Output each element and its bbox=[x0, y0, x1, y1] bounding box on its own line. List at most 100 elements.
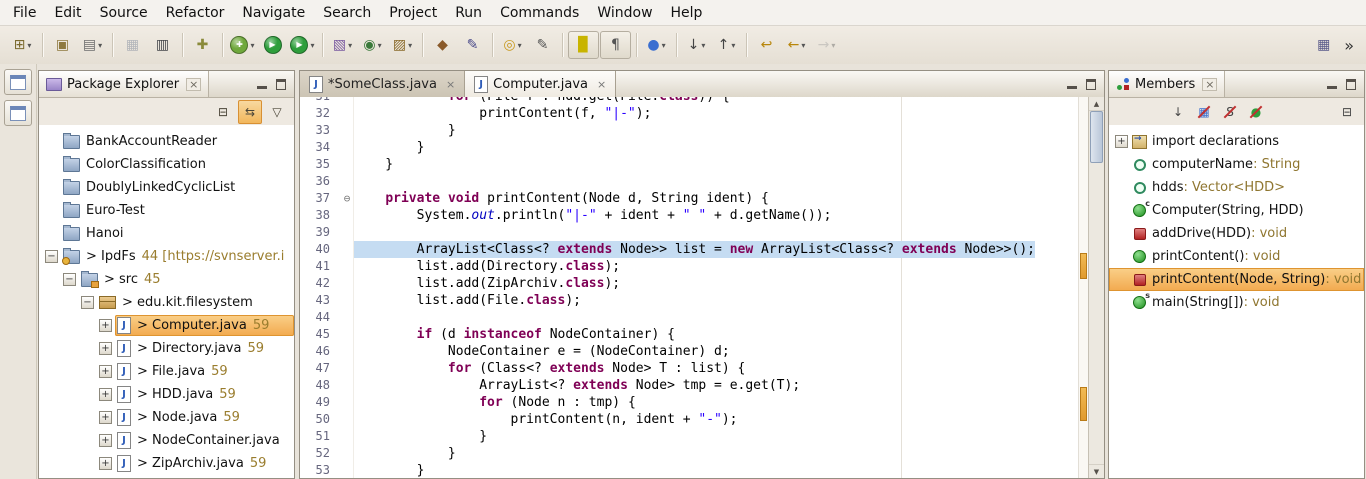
link-with-editor-toggle[interactable]: ⇆ bbox=[238, 100, 262, 124]
line-number[interactable]: 44 bbox=[300, 309, 340, 326]
occurrence-marker[interactable] bbox=[1080, 387, 1087, 421]
scroll-down-arrow-icon[interactable]: ▼ bbox=[1089, 464, 1104, 478]
line-number[interactable]: 50 bbox=[300, 411, 340, 428]
line-number[interactable]: 40 bbox=[300, 241, 340, 258]
close-view-icon[interactable]: × bbox=[186, 78, 201, 91]
tree-item[interactable]: +J> NodeContainer.java bbox=[39, 429, 294, 452]
minimize-button[interactable] bbox=[256, 79, 268, 90]
code-line[interactable]: 40 ArrayList<Class<? extends Node>> list… bbox=[300, 241, 1078, 258]
code-line[interactable]: 36 bbox=[300, 173, 1078, 190]
hide-fields-icon[interactable]: ▦ bbox=[1193, 101, 1215, 123]
export-button[interactable]: ▤▾ bbox=[78, 32, 107, 58]
line-number[interactable]: 43 bbox=[300, 292, 340, 309]
tree-item[interactable]: DoublyLinkedCyclicList bbox=[39, 176, 294, 199]
menu-edit[interactable]: Edit bbox=[45, 3, 90, 23]
editor-tab[interactable]: JComputer.java× bbox=[465, 71, 616, 97]
maximize-button[interactable] bbox=[275, 79, 287, 90]
line-number[interactable]: 46 bbox=[300, 343, 340, 360]
tab-members[interactable]: Members × bbox=[1109, 71, 1225, 97]
tree-item[interactable]: BankAccountReader bbox=[39, 130, 294, 153]
code-line[interactable]: 37⊖ private void printContent(Node d, St… bbox=[300, 190, 1078, 207]
expander-expand-icon[interactable]: + bbox=[99, 411, 112, 424]
code-area[interactable]: 31 for (File f : hdd.get(File.class)) {3… bbox=[300, 97, 1078, 478]
close-tab-icon[interactable]: × bbox=[597, 78, 606, 91]
prev-annotation-button[interactable]: ↑▾ bbox=[712, 32, 741, 58]
tree-item[interactable]: Euro-Test bbox=[39, 199, 294, 222]
scroll-up-arrow-icon[interactable]: ▲ bbox=[1089, 97, 1104, 111]
perspective-button[interactable]: ▦ bbox=[1309, 32, 1338, 58]
expander-expand-icon[interactable]: + bbox=[99, 434, 112, 447]
line-number[interactable]: 51 bbox=[300, 428, 340, 445]
menu-refactor[interactable]: Refactor bbox=[157, 3, 234, 23]
last-edit-location-button[interactable]: ↩ bbox=[752, 32, 781, 58]
fold-collapse-icon[interactable]: ⊖ bbox=[340, 190, 354, 207]
line-number[interactable]: 47 bbox=[300, 360, 340, 377]
tree-item[interactable]: +J> File.java59 bbox=[39, 360, 294, 383]
code-line[interactable]: 51 } bbox=[300, 428, 1078, 445]
code-line[interactable]: 42 list.add(ZipArchiv.class); bbox=[300, 275, 1078, 292]
sort-icon[interactable]: ↓ bbox=[1167, 101, 1189, 123]
line-number[interactable]: 31 bbox=[300, 97, 340, 105]
tab-package-explorer[interactable]: Package Explorer × bbox=[39, 71, 209, 97]
code-line[interactable]: 52 } bbox=[300, 445, 1078, 462]
member-item[interactable]: +import declarations bbox=[1109, 130, 1364, 153]
toolbar-overflow-chevron[interactable]: » bbox=[1338, 36, 1360, 55]
line-number[interactable]: 32 bbox=[300, 105, 340, 122]
line-number[interactable]: 34 bbox=[300, 139, 340, 156]
expander-expand-icon[interactable]: + bbox=[99, 388, 112, 401]
view-menu-icon[interactable]: ▽ bbox=[266, 101, 288, 123]
menu-project[interactable]: Project bbox=[380, 3, 446, 23]
tree-item[interactable]: +J> Computer.java59 bbox=[39, 314, 294, 337]
run-button[interactable]: ▶ bbox=[258, 32, 287, 58]
line-number[interactable]: 33 bbox=[300, 122, 340, 139]
code-line[interactable]: 48 ArrayList<? extends Node> tmp = e.get… bbox=[300, 377, 1078, 394]
hide-static-icon[interactable]: S bbox=[1219, 101, 1241, 123]
scrollbar-thumb[interactable] bbox=[1090, 111, 1103, 163]
member-item[interactable]: computerName : String bbox=[1109, 153, 1364, 176]
tree-item[interactable]: −> IpdFs44 [https://svnserver.i bbox=[39, 245, 294, 268]
expander-collapse-icon[interactable]: − bbox=[45, 250, 58, 263]
build-all-button[interactable]: ✚ bbox=[188, 32, 217, 58]
close-tab-icon[interactable]: × bbox=[446, 78, 455, 91]
vertical-scrollbar[interactable]: ▲ ▼ bbox=[1088, 97, 1104, 478]
occurrence-marker[interactable] bbox=[1080, 253, 1087, 279]
expander-expand-icon[interactable]: + bbox=[99, 319, 112, 332]
mark-occurrences-toggle[interactable]: ▉ bbox=[568, 31, 599, 59]
minimize-button[interactable] bbox=[1066, 79, 1078, 90]
tree-item[interactable]: +J> ZipArchiv.java59 bbox=[39, 452, 294, 475]
debug-button[interactable]: ✚▾ bbox=[228, 32, 257, 58]
code-line[interactable]: 41 list.add(Directory.class); bbox=[300, 258, 1078, 275]
code-line[interactable]: 38 System.out.println("|-" + ident + " "… bbox=[300, 207, 1078, 224]
tree-item[interactable]: −> src45 bbox=[39, 268, 294, 291]
run-history-button[interactable]: ▶▾ bbox=[288, 32, 317, 58]
new-wizard-button[interactable]: ⊞▾ bbox=[8, 32, 37, 58]
code-line[interactable]: 44 bbox=[300, 309, 1078, 326]
show-whitespace-toggle[interactable]: ¶ bbox=[600, 31, 631, 59]
member-item[interactable]: printContent() : void bbox=[1109, 245, 1364, 268]
code-editor[interactable]: 31 for (File f : hdd.get(File.class)) {3… bbox=[300, 97, 1104, 478]
tree-item[interactable]: Hanoi bbox=[39, 222, 294, 245]
search-button[interactable]: ◎▾ bbox=[498, 32, 527, 58]
line-number[interactable]: 38 bbox=[300, 207, 340, 224]
restore-view-icon[interactable] bbox=[4, 69, 32, 95]
expander-expand-icon[interactable]: + bbox=[99, 457, 112, 470]
line-number[interactable]: 42 bbox=[300, 275, 340, 292]
tree-item[interactable]: +J> Directory.java59 bbox=[39, 337, 294, 360]
line-number[interactable]: 37 bbox=[300, 190, 340, 207]
menu-window[interactable]: Window bbox=[588, 3, 661, 23]
menu-run[interactable]: Run bbox=[446, 3, 491, 23]
web-browser-button[interactable]: ●▾ bbox=[642, 32, 671, 58]
menu-file[interactable]: File bbox=[4, 3, 45, 23]
line-number[interactable]: 45 bbox=[300, 326, 340, 343]
code-line[interactable]: 34 } bbox=[300, 139, 1078, 156]
back-button[interactable]: ←▾ bbox=[782, 32, 811, 58]
minimize-button[interactable] bbox=[1326, 79, 1338, 90]
line-number[interactable]: 53 bbox=[300, 462, 340, 478]
line-number[interactable]: 36 bbox=[300, 173, 340, 190]
code-line[interactable]: 43 list.add(File.class); bbox=[300, 292, 1078, 309]
editor-tab[interactable]: J*SomeClass.java× bbox=[300, 71, 465, 97]
code-line[interactable]: 35 } bbox=[300, 156, 1078, 173]
menu-navigate[interactable]: Navigate bbox=[233, 3, 314, 23]
menu-search[interactable]: Search bbox=[314, 3, 380, 23]
code-line[interactable]: 49 for (Node n : tmp) { bbox=[300, 394, 1078, 411]
